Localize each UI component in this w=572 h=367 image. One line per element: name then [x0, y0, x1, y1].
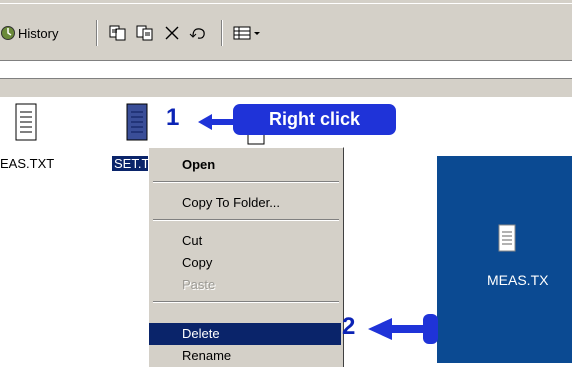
- menu-separator: [153, 219, 339, 221]
- menu-separator: [153, 301, 339, 303]
- menu-item-paste[interactable]: Paste: [149, 274, 341, 296]
- arrow-left-icon: [198, 114, 236, 130]
- undo-icon[interactable]: [188, 24, 208, 42]
- desktop-file-label[interactable]: MEAS.TX: [487, 272, 548, 288]
- history-icon: [1, 26, 15, 40]
- history-button[interactable]: History: [0, 22, 58, 44]
- menu-item-rename[interactable]: Rename: [149, 345, 341, 367]
- move-to-icon[interactable]: [108, 24, 128, 42]
- desktop-panel: MEAS.TX: [437, 156, 572, 363]
- menu-item-copy-to-folder[interactable]: Copy To Folder...: [149, 192, 341, 214]
- toolbar-separator: [96, 20, 98, 46]
- text-file-icon: [126, 103, 148, 141]
- text-file-icon: [498, 224, 516, 252]
- menu-item-delete[interactable]: Delete: [149, 323, 341, 345]
- context-menu: Open Copy To Folder... Cut Copy Paste De…: [148, 147, 344, 367]
- step-number-1: 1: [166, 104, 180, 131]
- toolbar: History: [0, 0, 572, 62]
- copy-to-icon[interactable]: [135, 24, 155, 42]
- step-number-2: 2: [342, 313, 356, 340]
- file-label: EAS.TXT: [0, 156, 55, 171]
- menu-separator: [153, 181, 339, 183]
- address-bar: [0, 78, 572, 98]
- file-label-selected: SET.T: [112, 156, 152, 171]
- menu-item-copy[interactable]: Copy: [149, 252, 341, 274]
- toolbar-border: [0, 61, 572, 62]
- history-label: History: [18, 25, 59, 41]
- views-icon[interactable]: [232, 24, 262, 42]
- menu-item-cut[interactable]: Cut: [149, 230, 341, 252]
- delete-icon[interactable]: [162, 24, 182, 42]
- text-file-icon: [15, 103, 37, 141]
- right-click-callout: Right click: [233, 104, 396, 135]
- toolbar-separator: [221, 20, 223, 46]
- menu-item-open[interactable]: Open: [149, 154, 341, 176]
- arrow-left-icon: [368, 314, 438, 344]
- toolbar-highlight: [0, 3, 572, 4]
